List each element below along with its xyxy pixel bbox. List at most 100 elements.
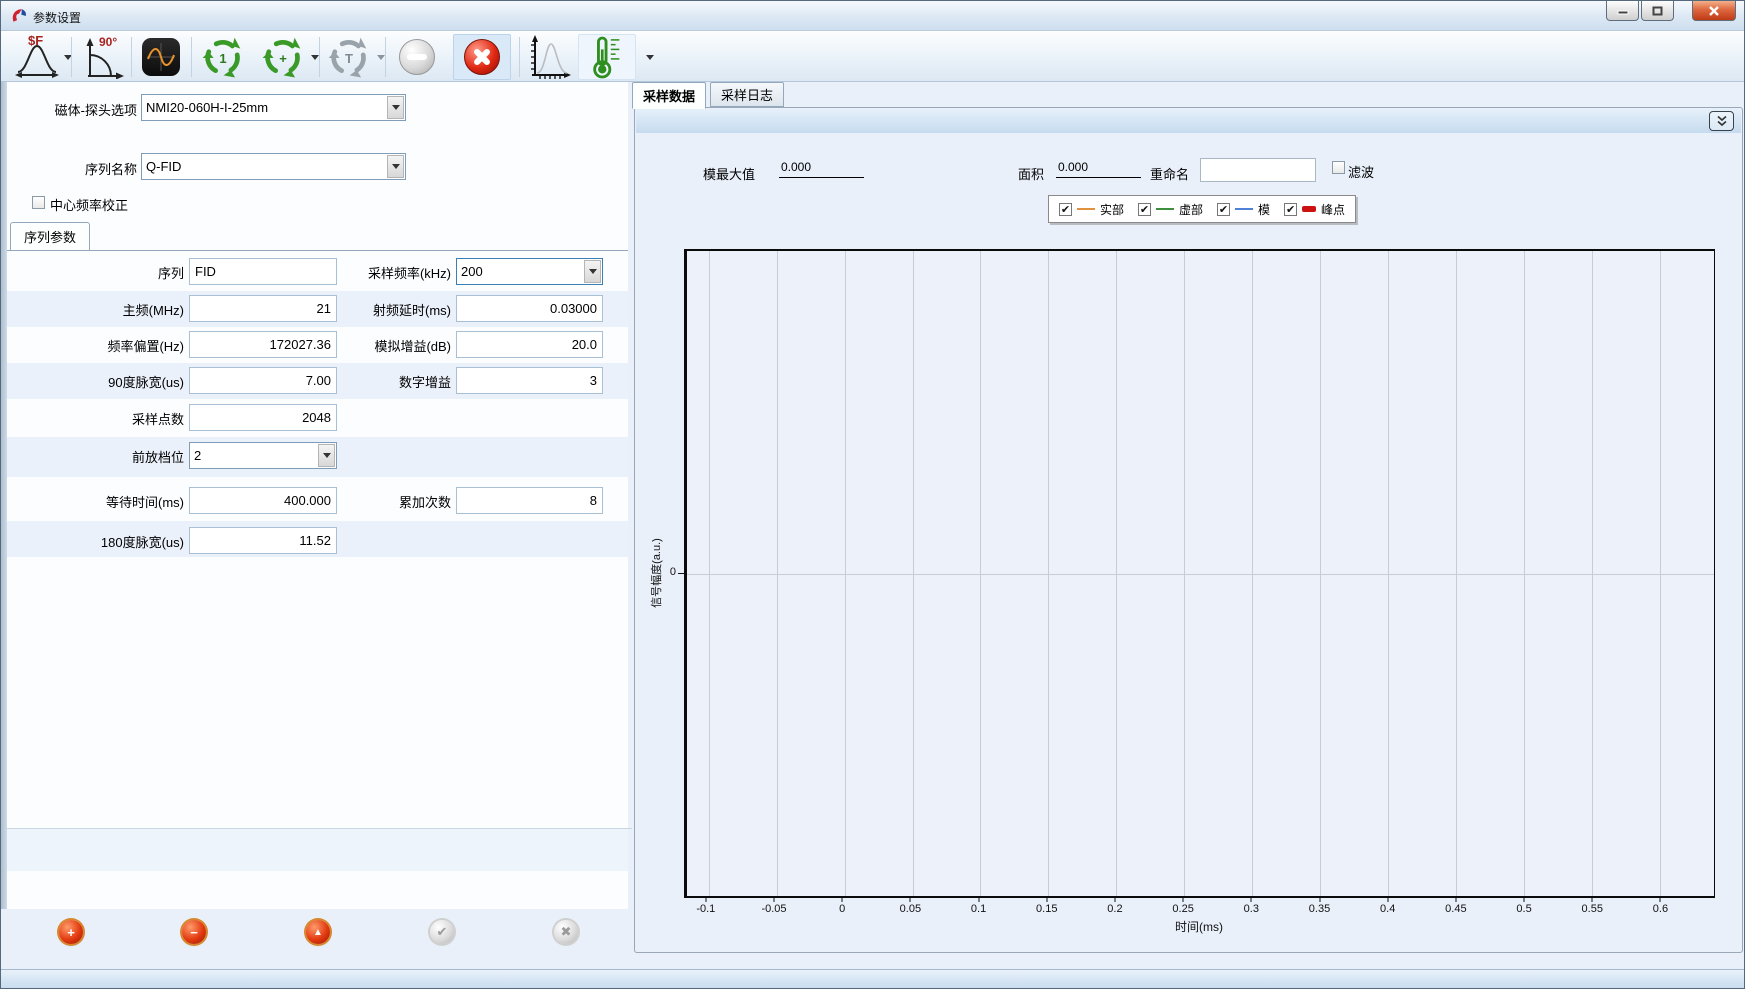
x-tick-label: -0.1 [696,903,715,915]
area-value[interactable] [1056,158,1141,178]
single-scan-button[interactable]: 1 [199,34,247,80]
stop-button[interactable] [453,34,511,80]
close-button[interactable] [1692,1,1736,21]
sf-calibration-button[interactable]: $F [13,34,61,80]
legend-real-checkbox[interactable]: ✔ [1059,203,1072,216]
x-tick-mark [1660,898,1661,902]
x-tick-label: 0.2 [1107,903,1122,915]
legend-real-label: 实部 [1100,201,1124,218]
preamp-gear-label: 前放档位 [132,447,184,466]
x-tick-label: 0.05 [900,903,921,915]
pulse90-calibration-button[interactable]: 90° [79,34,127,80]
pulse90-input[interactable] [189,367,337,394]
x-tick-label: 0.55 [1582,903,1603,915]
accumulate-scan-button[interactable]: + [259,34,307,80]
minus-icon [399,39,435,75]
accumulate-dropdown-arrow[interactable] [311,55,319,60]
main-freq-input[interactable] [189,295,337,322]
temperature-dropdown-arrow[interactable] [377,55,385,60]
analog-gain-label: 模拟增益(dB) [374,336,451,355]
plot-area[interactable] [684,249,1715,898]
collapse-button[interactable] [1709,111,1734,131]
spectrum-view-button[interactable] [525,34,573,80]
thermometer-dropdown-arrow[interactable] [646,55,654,60]
x-tick-label: 0.4 [1380,903,1395,915]
sequence-name-value: Q-FID [146,159,181,174]
sample-freq-combobox[interactable]: 200 [456,258,603,285]
horizontal-gridline [687,574,1714,575]
accum-count-input[interactable] [456,487,603,514]
wait-time-input[interactable] [189,487,337,514]
y-tick-label: 0 [670,566,676,578]
oscilloscope-button[interactable] [137,34,185,80]
legend-modulus-checkbox[interactable]: ✔ [1217,203,1230,216]
x-tick-label: 0.25 [1172,903,1193,915]
legend-real-marker-icon [1077,208,1095,210]
x-tick-label: 0.15 [1036,903,1057,915]
filter-label: 滤波 [1348,162,1374,181]
tab-sequence-params[interactable]: 序列参数 [10,222,90,250]
temperature-scan-glyph: T [345,51,353,66]
thermometer-button[interactable] [578,34,636,80]
stop-x-icon [464,39,500,75]
x-tick-label: 0.1 [971,903,986,915]
preamp-gear-combobox[interactable]: 2 [189,442,337,469]
y-tick-mark [678,573,684,574]
rf-delay-input[interactable] [456,295,603,322]
sequence-input[interactable] [189,258,337,285]
sample-points-label: 采样点数 [132,409,184,428]
center-freq-checkbox[interactable] [32,196,45,209]
magnet-probe-combobox[interactable]: NMI20-060H-I-25mm [141,94,406,121]
accum-count-label: 累加次数 [399,492,451,511]
legend-imaginary-checkbox[interactable]: ✔ [1138,203,1151,216]
plus-icon: + [67,925,75,940]
freq-offset-input[interactable] [189,331,337,358]
move-up-button[interactable]: ▲ [306,920,330,944]
sample-freq-dropdown-arrow[interactable] [584,260,601,283]
pulse180-input[interactable] [189,527,337,554]
single-scan-glyph: 1 [219,51,226,66]
confirm-button: ✔ [430,920,454,944]
x-tick-mark [774,898,775,902]
rename-label: 重命名 [1150,164,1189,183]
x-tick-mark [1251,898,1252,902]
sample-points-input[interactable] [189,404,337,431]
add-param-button[interactable]: + [59,920,83,944]
x-tick-label: 0 [839,903,845,915]
preamp-gear-value: 2 [194,448,201,463]
legend-modulus: ✔模 [1217,201,1270,218]
tab-sampling-log[interactable]: 采样日志 [710,82,784,107]
minimize-button[interactable] [1606,1,1639,21]
mod-max-value[interactable] [779,158,864,178]
chart-legend: ✔实部✔虚部✔模✔峰点 [1048,195,1356,223]
x-icon: ✖ [561,924,572,940]
temperature-scan-button[interactable]: T [325,34,373,80]
preamp-gear-dropdown-arrow[interactable] [318,444,335,467]
x-tick-mark [1183,898,1184,902]
magnet-probe-dropdown-arrow[interactable] [387,96,404,119]
actions-row [7,829,628,871]
x-axis-ticks: -0.1-0.0500.050.10.150.20.250.30.350.40.… [684,898,1715,918]
app-window: 参数设置 $F [0,0,1745,989]
legend-peaks-marker-icon [1302,206,1316,212]
freq-offset-label: 频率偏置(Hz) [107,336,184,355]
tab-sampling-data[interactable]: 采样数据 [632,82,706,109]
legend-modulus-label: 模 [1258,201,1270,218]
x-tick-mark [1114,898,1115,902]
x-tick-label: 0.3 [1244,903,1259,915]
x-tick-mark [1455,898,1456,902]
sequence-name-combobox[interactable]: Q-FID [141,153,406,180]
rename-input[interactable] [1200,158,1316,182]
digital-gain-input[interactable] [456,367,603,394]
main-freq-label: 主频(MHz) [123,300,184,319]
analog-gain-input[interactable] [456,331,603,358]
legend-peaks-checkbox[interactable]: ✔ [1284,203,1297,216]
sequence-name-dropdown-arrow[interactable] [387,155,404,178]
remove-param-button[interactable]: − [182,920,206,944]
maximize-button[interactable] [1641,1,1674,21]
x-tick-mark [842,898,843,902]
cancel-button: ✖ [554,920,578,944]
oscilloscope-icon [142,38,180,76]
tab-sequence-params-label: 序列参数 [24,227,76,246]
filter-checkbox[interactable] [1332,161,1345,174]
